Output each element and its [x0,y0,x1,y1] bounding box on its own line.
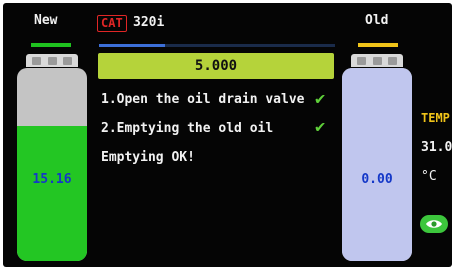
check-icon: ✔ [315,89,326,109]
old-oil-level-fill [342,68,412,261]
bottle-body: 0.00 [342,68,412,261]
temperature-label: TEMP [421,111,450,125]
new-oil-level-fill [17,125,87,261]
old-oil-bottle: 0.00 [342,54,412,261]
eye-icon [426,220,442,228]
new-oil-indicator-bar [31,43,71,47]
bottle-body: 15.16 [17,68,87,261]
process-value-display: 5.000 [98,53,334,79]
process-progress-bar [99,44,335,47]
new-oil-bottle: 15.16 [17,54,87,261]
temperature-value: 31.0 [421,140,452,155]
old-oil-value: 0.00 [361,172,393,187]
process-progress-fill [99,44,166,47]
machine-model: 320i [133,15,165,30]
check-icon: ✔ [315,117,326,137]
new-oil-value: 15.16 [32,172,72,187]
temperature-unit: °C [421,169,437,184]
old-oil-label: Old [365,13,389,28]
step-open-drain-valve: 1.Open the oil drain valve [101,92,305,107]
step-emptying-old-oil: 2.Emptying the old oil [101,121,274,136]
status-message: Emptying OK! [101,150,195,165]
bottle-cap [26,54,78,67]
oil-change-screen: New CAT 320i Old 5.000 1.Open the oil dr… [3,3,452,267]
old-oil-indicator-bar [358,43,398,47]
new-oil-label: New [34,13,58,28]
view-toggle-button[interactable] [420,215,448,233]
brand-badge: CAT [97,15,127,32]
bottle-cap [351,54,403,67]
